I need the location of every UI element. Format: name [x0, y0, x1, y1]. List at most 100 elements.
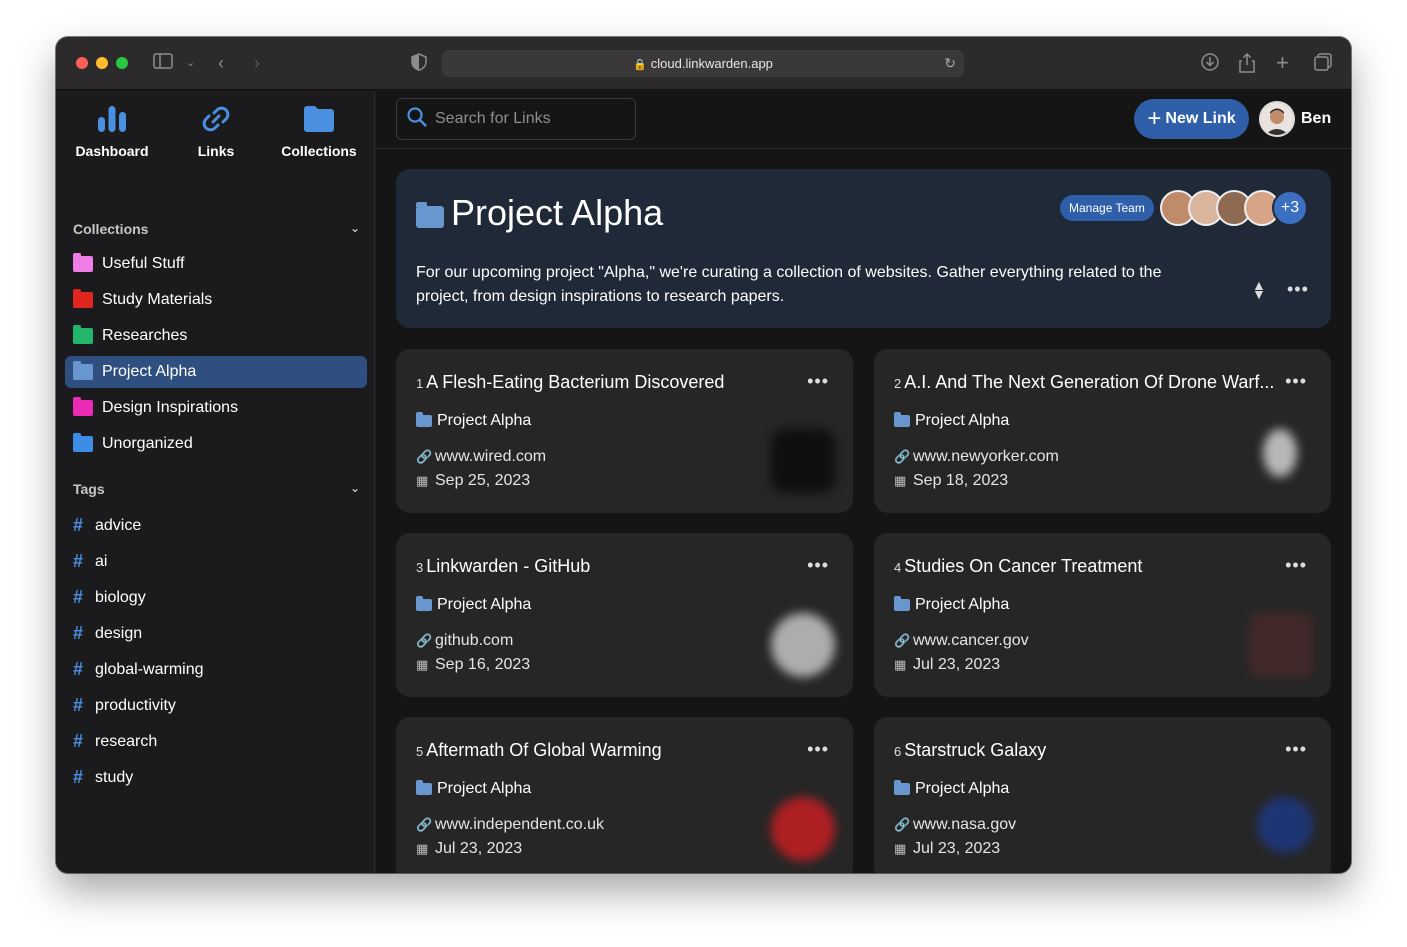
link-url[interactable]: 🔗 www.wired.com — [416, 448, 546, 466]
link-url[interactable]: 🔗 www.independent.co.uk — [416, 816, 604, 834]
sidebar-toggle-icon[interactable] — [153, 53, 173, 73]
link-title[interactable]: 1A Flesh-Eating Bacterium Discovered — [416, 372, 724, 393]
sidebar-collection-label: Researches — [102, 327, 188, 344]
sidebar-collection-design-inspirations[interactable]: Design Inspirations — [65, 392, 367, 424]
link-url[interactable]: 🔗 github.com — [416, 632, 513, 650]
chevron-down-icon[interactable]: ⌄ — [350, 221, 360, 235]
forward-icon[interactable]: › — [254, 53, 260, 73]
nav-links[interactable]: Links — [166, 103, 266, 159]
more-options-icon[interactable]: ••• — [1285, 739, 1307, 760]
address-url: cloud.linkwarden.app — [650, 56, 773, 71]
collections-heading[interactable]: Collections ⌄ — [73, 221, 368, 237]
collection-header: Project Alpha Manage Team +3 For our upc… — [396, 169, 1331, 328]
link-collection[interactable]: Project Alpha — [416, 780, 531, 798]
nav-collections[interactable]: Collections — [269, 103, 369, 159]
sidebar-tag-research[interactable]: # research — [73, 731, 157, 752]
collections-heading-label: Collections — [73, 221, 149, 237]
address-bar[interactable]: 🔒 cloud.linkwarden.app ↻ — [442, 50, 964, 77]
sidebar-tag-design[interactable]: # design — [73, 623, 142, 644]
nav-collections-label: Collections — [281, 143, 357, 159]
link-collection[interactable]: Project Alpha — [894, 780, 1009, 798]
more-members-badge[interactable]: +3 — [1272, 190, 1308, 226]
new-link-button[interactable]: + New Link — [1134, 99, 1249, 139]
tags-heading[interactable]: Tags ⌄ — [73, 481, 368, 497]
link-card[interactable]: 4 Studies On Cancer Treatment ••• Project… — [874, 533, 1331, 697]
sidebar-tag-ai[interactable]: # ai — [73, 551, 107, 572]
more-options-icon[interactable]: ••• — [1285, 555, 1307, 576]
link-title[interactable]: 3 Linkwarden - GitHub — [416, 556, 590, 577]
link-date-text: Jul 23, 2023 — [913, 656, 1001, 673]
link-url[interactable]: 🔗 www.nasa.gov — [894, 816, 1016, 834]
link-title[interactable]: 6 Starstruck Galaxy — [894, 740, 1046, 761]
minimize-window-button[interactable] — [96, 57, 108, 69]
link-url[interactable]: 🔗 www.newyorker.com — [894, 448, 1059, 466]
link-collection-label: Project Alpha — [915, 412, 1010, 429]
more-options-icon[interactable]: ••• — [1285, 371, 1307, 392]
search-input[interactable]: Search for Links — [396, 98, 636, 140]
nav-dashboard[interactable]: Dashboard — [62, 103, 162, 159]
sidebar-tag-global-warming[interactable]: # global-warming — [73, 659, 204, 680]
link-collection[interactable]: Project Alpha — [416, 412, 531, 430]
sidebar-collection-label: Unorganized — [102, 435, 193, 452]
link-url-text: www.nasa.gov — [913, 816, 1017, 833]
new-link-label: New Link — [1165, 110, 1236, 127]
manage-team-button[interactable]: Manage Team — [1060, 195, 1154, 221]
link-card[interactable]: 5 Aftermath Of Global Warming ••• Project… — [396, 717, 853, 873]
more-options-icon[interactable]: ••• — [807, 371, 829, 392]
sidebar-collection-useful-stuff[interactable]: Useful Stuff — [65, 248, 367, 280]
link-collection-label: Project Alpha — [437, 780, 532, 797]
sort-icon[interactable]: ▲ ▼ — [1252, 278, 1266, 301]
link-card[interactable]: 6 Starstruck Galaxy ••• Project Alpha 🔗 ww… — [874, 717, 1331, 873]
zoom-window-button[interactable] — [116, 57, 128, 69]
link-url[interactable]: 🔗 www.cancer.gov — [894, 632, 1029, 650]
user-name[interactable]: Ben — [1301, 110, 1331, 128]
more-options-icon[interactable]: ••• — [807, 739, 829, 760]
link-title-text: A.I. And The Next Generation Of Drone Wa… — [904, 372, 1275, 392]
shield-icon[interactable] — [411, 53, 427, 75]
sidebar-collection-researches[interactable]: Researches — [65, 320, 367, 352]
link-number: 1 — [416, 376, 424, 391]
chevron-down-icon[interactable]: ⌄ — [186, 53, 195, 73]
folder-icon — [269, 103, 369, 135]
link-title[interactable]: 2 A.I. And The Next Generation Of Drone W… — [894, 372, 1274, 393]
link-url-text: www.wired.com — [435, 448, 547, 465]
link-collection[interactable]: Project Alpha — [894, 596, 1009, 614]
folder-icon — [894, 596, 910, 611]
sidebar-collection-study-materials[interactable]: Study Materials — [65, 284, 367, 316]
more-options-icon[interactable]: ••• — [1287, 279, 1309, 300]
sidebar-tag-label: global-warming — [95, 660, 204, 678]
avatar[interactable] — [1259, 101, 1295, 137]
link-card[interactable]: 1A Flesh-Eating Bacterium Discovered •••… — [396, 349, 853, 513]
close-window-button[interactable] — [76, 57, 88, 69]
sidebar-tag-advice[interactable]: # advice — [73, 515, 141, 536]
sidebar-collection-unorganized[interactable]: Unorganized — [65, 428, 367, 460]
link-card[interactable]: 2 A.I. And The Next Generation Of Drone W… — [874, 349, 1331, 513]
link-collection[interactable]: Project Alpha — [416, 596, 531, 614]
sidebar-collection-project-alpha[interactable]: Project Alpha — [65, 356, 367, 388]
chevron-down-icon[interactable]: ⌄ — [350, 481, 360, 495]
sidebar-tag-productivity[interactable]: # productivity — [73, 695, 176, 716]
sidebar-tag-biology[interactable]: # biology — [73, 587, 146, 608]
folder-icon — [416, 596, 432, 611]
tab-overview-icon[interactable] — [1314, 53, 1332, 75]
link-icon: 🔗 — [416, 449, 433, 464]
sidebar-tag-study[interactable]: # study — [73, 767, 133, 788]
new-tab-icon[interactable]: + — [1276, 52, 1289, 74]
link-title[interactable]: 5 Aftermath Of Global Warming — [416, 740, 662, 761]
more-options-icon[interactable]: ••• — [807, 555, 829, 576]
link-collection[interactable]: Project Alpha — [894, 412, 1009, 430]
link-thumbnail — [1263, 429, 1297, 477]
browser-titlebar: ⌄ ‹ › 🔒 cloud.linkwarden.app ↻ + — [56, 37, 1351, 90]
link-card[interactable]: 3 Linkwarden - GitHub ••• Project Alpha 🔗… — [396, 533, 853, 697]
link-title-text: Starstruck Galaxy — [904, 740, 1047, 760]
back-icon[interactable]: ‹ — [218, 53, 224, 73]
download-icon[interactable] — [1201, 53, 1219, 75]
sidebar-collection-label: Useful Stuff — [102, 255, 185, 272]
link-title[interactable]: 4 Studies On Cancer Treatment — [894, 556, 1142, 577]
reload-icon[interactable]: ↻ — [944, 50, 956, 77]
link-number: 5 — [416, 744, 424, 759]
share-icon[interactable] — [1239, 52, 1255, 77]
link-title-text: Studies On Cancer Treatment — [904, 556, 1143, 576]
link-icon — [166, 103, 266, 135]
link-url-text: www.newyorker.com — [913, 448, 1059, 465]
